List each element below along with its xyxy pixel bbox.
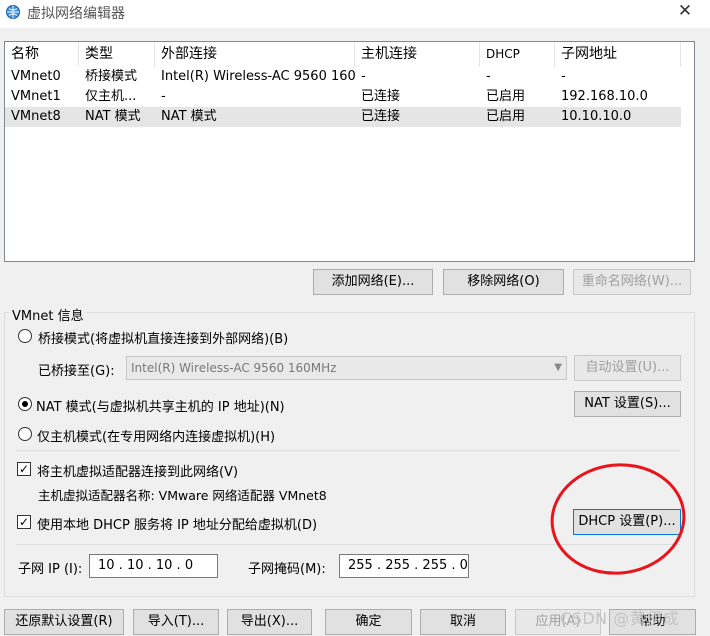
apply-button[interactable]: 应用(A): [515, 609, 601, 635]
ok-button[interactable]: 确定: [325, 609, 412, 635]
adapter-name-label: 主机虚拟适配器名称: VMware 网络适配器 VMnet8: [38, 488, 327, 503]
column-header-external[interactable]: 外部连接: [155, 42, 355, 67]
cell-dhcp: 已启用: [486, 109, 526, 124]
separator: [16, 450, 680, 451]
cell-host: 已连接: [361, 89, 401, 104]
add-network-button[interactable]: 添加网络(E)...: [313, 269, 433, 295]
cell-dhcp: 已启用: [486, 89, 526, 104]
subnet-ip-label: 子网 IP (I):: [18, 562, 83, 577]
subnet-mask-label: 子网掩码(M):: [248, 562, 326, 577]
help-button[interactable]: 帮助: [609, 609, 696, 635]
cell-name: VMnet1: [11, 89, 61, 104]
column-header-host[interactable]: 主机连接: [355, 42, 480, 67]
window-title: 虚拟网络编辑器: [27, 6, 125, 22]
connect-adapter-label[interactable]: 将主机虚拟适配器连接到此网络(V): [37, 461, 238, 480]
remove-network-button[interactable]: 移除网络(O): [443, 269, 564, 295]
column-header-dhcp[interactable]: DHCP: [480, 42, 555, 67]
cell-subnet: -: [561, 69, 566, 84]
host-only-radio[interactable]: [18, 427, 32, 441]
cell-name: VMnet8: [11, 109, 61, 124]
cell-type: NAT 模式: [85, 109, 141, 124]
restore-defaults-button[interactable]: 还原默认设置(R): [4, 609, 124, 635]
bridged-to-value: Intel(R) Wireless-AC 9560 160MHz: [131, 361, 337, 375]
dhcp-settings-button[interactable]: DHCP 设置(P)...: [573, 509, 681, 535]
cell-subnet: 192.168.10.0: [561, 89, 648, 104]
cell-type: 桥接模式: [85, 69, 138, 84]
dhcp-checkbox[interactable]: ✓: [17, 515, 31, 529]
bridged-to-label: 已桥接至(G):: [38, 364, 115, 379]
cell-external: -: [161, 89, 166, 104]
separator: [16, 544, 680, 545]
bridge-mode-radio[interactable]: [18, 329, 32, 343]
host-only-label[interactable]: 仅主机模式(在专用网络内连接虚拟机)(H): [37, 426, 275, 445]
connect-adapter-checkbox[interactable]: ✓: [17, 462, 31, 476]
network-table[interactable]: 名称 类型 外部连接 主机连接 DHCP 子网地址 VMnet0 桥接模式 In…: [4, 41, 695, 262]
export-button[interactable]: 导出(X)...: [227, 609, 312, 635]
column-header-type[interactable]: 类型: [79, 42, 155, 67]
nat-mode-radio[interactable]: [18, 397, 32, 411]
column-header-subnet[interactable]: 子网地址: [555, 42, 681, 67]
subnet-ip-input[interactable]: 10 . 10 . 10 . 0: [89, 554, 218, 578]
table-row[interactable]: VMnet0 桥接模式 Intel(R) Wireless-AC 9560 16…: [5, 67, 681, 87]
chevron-down-icon: ▼: [554, 362, 562, 373]
nat-settings-button[interactable]: NAT 设置(S)...: [574, 391, 681, 417]
cell-name: VMnet0: [11, 69, 61, 84]
import-button[interactable]: 导入(T)...: [133, 609, 219, 635]
rename-network-button[interactable]: 重命名网络(W)...: [573, 269, 691, 295]
column-header-name[interactable]: 名称: [5, 42, 79, 67]
table-row-selected[interactable]: VMnet8 NAT 模式 NAT 模式 已连接 已启用 10.10.10.0: [5, 107, 681, 127]
network-editor-icon: [6, 5, 20, 19]
cell-external: NAT 模式: [161, 109, 217, 124]
bridge-mode-label[interactable]: 桥接模式(将虚拟机直接连接到外部网络)(B): [38, 328, 288, 347]
nat-mode-label[interactable]: NAT 模式(与虚拟机共享主机的 IP 地址)(N): [36, 396, 285, 415]
cell-subnet: 10.10.10.0: [561, 109, 632, 124]
bridged-to-select[interactable]: Intel(R) Wireless-AC 9560 160MHz ▼: [126, 356, 567, 380]
auto-settings-button[interactable]: 自动设置(U)...: [574, 355, 681, 381]
subnet-mask-input[interactable]: 255 . 255 . 255 . 0: [339, 554, 469, 578]
cell-host: 已连接: [361, 109, 401, 124]
table-header: 名称 类型 外部连接 主机连接 DHCP 子网地址: [5, 42, 694, 67]
title-bar: 虚拟网络编辑器 ✕: [0, 0, 710, 28]
table-row[interactable]: VMnet1 仅主机... - 已连接 已启用 192.168.10.0: [5, 87, 681, 107]
cell-dhcp: -: [486, 69, 491, 84]
cell-external: Intel(R) Wireless-AC 9560 160...: [161, 69, 355, 84]
dhcp-label[interactable]: 使用本地 DHCP 服务将 IP 地址分配给虚拟机(D): [37, 514, 317, 533]
cancel-button[interactable]: 取消: [420, 609, 506, 635]
cell-type: 仅主机...: [85, 89, 137, 104]
cell-host: -: [361, 69, 366, 84]
vmnet-info-title: VMnet 信息: [10, 305, 86, 324]
close-icon[interactable]: ✕: [674, 2, 696, 22]
